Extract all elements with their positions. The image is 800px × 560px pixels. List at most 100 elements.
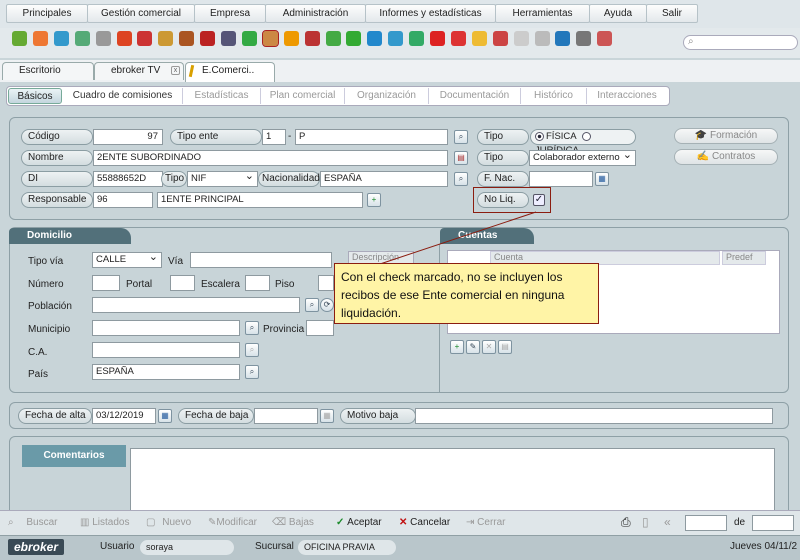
subtab-historico[interactable]: Histórico [521, 88, 587, 104]
subtab-plan-comercial[interactable]: Plan comercial [261, 88, 345, 104]
help-icon[interactable] [597, 31, 613, 46]
house-icon[interactable] [221, 31, 236, 46]
close-icon[interactable]: x [171, 66, 180, 75]
menu-informes[interactable]: Informes y estadísticas [365, 4, 496, 23]
aceptar-button[interactable]: ✓ Aceptar [336, 514, 382, 531]
municipio-field[interactable] [92, 320, 240, 336]
g-icon[interactable] [450, 31, 466, 46]
nombre-field[interactable]: 2ENTE SUBORDINADO [93, 150, 448, 166]
target-icon[interactable] [137, 31, 153, 46]
page-total-field[interactable] [752, 515, 794, 531]
battery-icon[interactable] [241, 31, 257, 46]
menu-ayuda[interactable]: Ayuda [589, 4, 647, 23]
fecha-alta-field[interactable]: 03/12/2019 [92, 408, 156, 424]
menu-salir[interactable]: Salir [646, 4, 698, 23]
codigo-field[interactable]: 97 [93, 129, 163, 145]
rewind-icon[interactable]: « [664, 514, 671, 531]
pencil-icon[interactable] [158, 31, 174, 46]
delete-icon[interactable]: ✕ [482, 340, 496, 354]
tools-icon[interactable] [576, 31, 592, 46]
escalera-field[interactable] [245, 275, 270, 291]
menu-principales[interactable]: Principales [6, 4, 88, 23]
subtab-estadisticas[interactable]: Estadísticas [183, 88, 261, 104]
motivo-baja-field[interactable] [415, 408, 773, 424]
formacion-button[interactable]: 🎓 Formación [674, 128, 778, 144]
address-book-icon[interactable]: ▤ [454, 151, 468, 165]
search-lookup-icon[interactable]: ⌕ [305, 298, 319, 312]
checkmark-icon[interactable] [346, 31, 362, 46]
cube-icon[interactable] [12, 31, 27, 46]
responsable-code-field[interactable]: 96 [93, 192, 153, 208]
phone-icon[interactable] [555, 31, 571, 46]
print-icon[interactable]: ⎙ [621, 514, 631, 531]
tipo-ente-code-field[interactable]: 1 [262, 129, 286, 145]
refresh-icon[interactable] [409, 31, 425, 46]
add-icon[interactable]: + [367, 193, 381, 207]
search-lookup-icon[interactable]: ⌕ [454, 130, 468, 144]
piso-field[interactable] [318, 275, 334, 291]
search-lookup-icon[interactable]: ⌕ [245, 365, 259, 379]
poblacion-field[interactable] [92, 297, 300, 313]
search-lookup-icon[interactable]: ⌕ [245, 343, 259, 357]
subtab-documentacion[interactable]: Documentación [429, 88, 521, 104]
refresh-icon[interactable]: ⟳ [320, 298, 334, 312]
calendar-icon[interactable]: ▦ [158, 409, 172, 423]
cerrar-button[interactable]: ⇥ Cerrar [466, 514, 506, 531]
page-current-field[interactable] [685, 515, 727, 531]
calendar-icon[interactable]: ▦ [320, 409, 334, 423]
bag-icon[interactable] [200, 31, 216, 46]
responsable-name-field[interactable]: 1ENTE PRINCIPAL [157, 192, 363, 208]
edit-icon[interactable]: ✎ [466, 340, 480, 354]
no-liq-checkbox[interactable]: ✓ [533, 194, 545, 206]
card-icon[interactable] [95, 31, 111, 46]
tab-ente-comercial[interactable]: E.Comerci.. [185, 62, 275, 82]
details-icon[interactable]: ▤ [498, 340, 512, 354]
diamond-icon[interactable] [388, 31, 404, 46]
numero-field[interactable] [92, 275, 120, 291]
contratos-button[interactable]: ✍ Contratos [674, 149, 778, 165]
tab-escritorio[interactable]: Escritorio [2, 62, 94, 80]
di-field[interactable]: 55888652D [93, 171, 163, 187]
monitor-icon[interactable] [74, 31, 90, 46]
e-icon[interactable] [367, 31, 383, 46]
di-tipo-select[interactable]: NIF [187, 171, 258, 187]
provincia-field[interactable] [306, 320, 334, 336]
truck-icon[interactable] [304, 31, 320, 46]
ca-field[interactable] [92, 342, 240, 358]
search-lookup-icon[interactable]: ⌕ [454, 172, 468, 186]
pais-field[interactable]: ESPAÑA [92, 364, 240, 380]
menu-administracion[interactable]: Administración [265, 4, 366, 23]
bajas-button[interactable]: ⌫ Bajas [272, 514, 314, 531]
comentarios-textarea[interactable] [130, 448, 775, 512]
listados-button[interactable]: ▥ Listados [80, 514, 129, 531]
portal-field[interactable] [170, 275, 195, 291]
document-icon[interactable] [534, 31, 550, 46]
calendar-icon[interactable] [430, 31, 445, 46]
tab-ebroker-tv[interactable]: ebroker TV x [94, 62, 184, 80]
buscar-button[interactable]: ⌕ Buscar [8, 514, 58, 531]
fecha-baja-field[interactable] [254, 408, 318, 424]
menu-herramientas[interactable]: Herramientas [495, 4, 590, 23]
person-card-icon[interactable] [261, 30, 279, 47]
briefcase-icon[interactable] [179, 31, 195, 46]
document-nav-icon[interactable]: ▯ [642, 514, 649, 531]
fnac-field[interactable] [529, 171, 593, 187]
radio-fisica[interactable]: FÍSICA [535, 131, 576, 142]
via-field[interactable] [190, 252, 332, 268]
nuevo-button[interactable]: ▢ Nuevo [146, 514, 191, 531]
people-icon[interactable] [283, 31, 299, 46]
modificar-button[interactable]: ✎Modificar [208, 514, 257, 531]
nacionalidad-field[interactable]: ESPAÑA [320, 171, 448, 187]
notepad-icon[interactable] [513, 31, 529, 46]
calendar-icon[interactable]: ▦ [595, 172, 609, 186]
tipo-colaborador-select[interactable]: Colaborador externo [529, 150, 636, 166]
flame-icon[interactable] [116, 31, 132, 46]
search-lookup-icon[interactable]: ⌕ [245, 321, 259, 335]
subtab-organizacion[interactable]: Organización [345, 88, 429, 104]
menu-gestion-comercial[interactable]: Gestión comercial [87, 4, 195, 23]
user-orange-icon[interactable] [32, 31, 48, 46]
inbox-icon[interactable] [492, 31, 508, 46]
search-input[interactable]: ⌕ [683, 35, 798, 50]
subtab-cuadro-comisiones[interactable]: Cuadro de comisiones [63, 88, 183, 104]
menu-empresa[interactable]: Empresa [194, 4, 266, 23]
